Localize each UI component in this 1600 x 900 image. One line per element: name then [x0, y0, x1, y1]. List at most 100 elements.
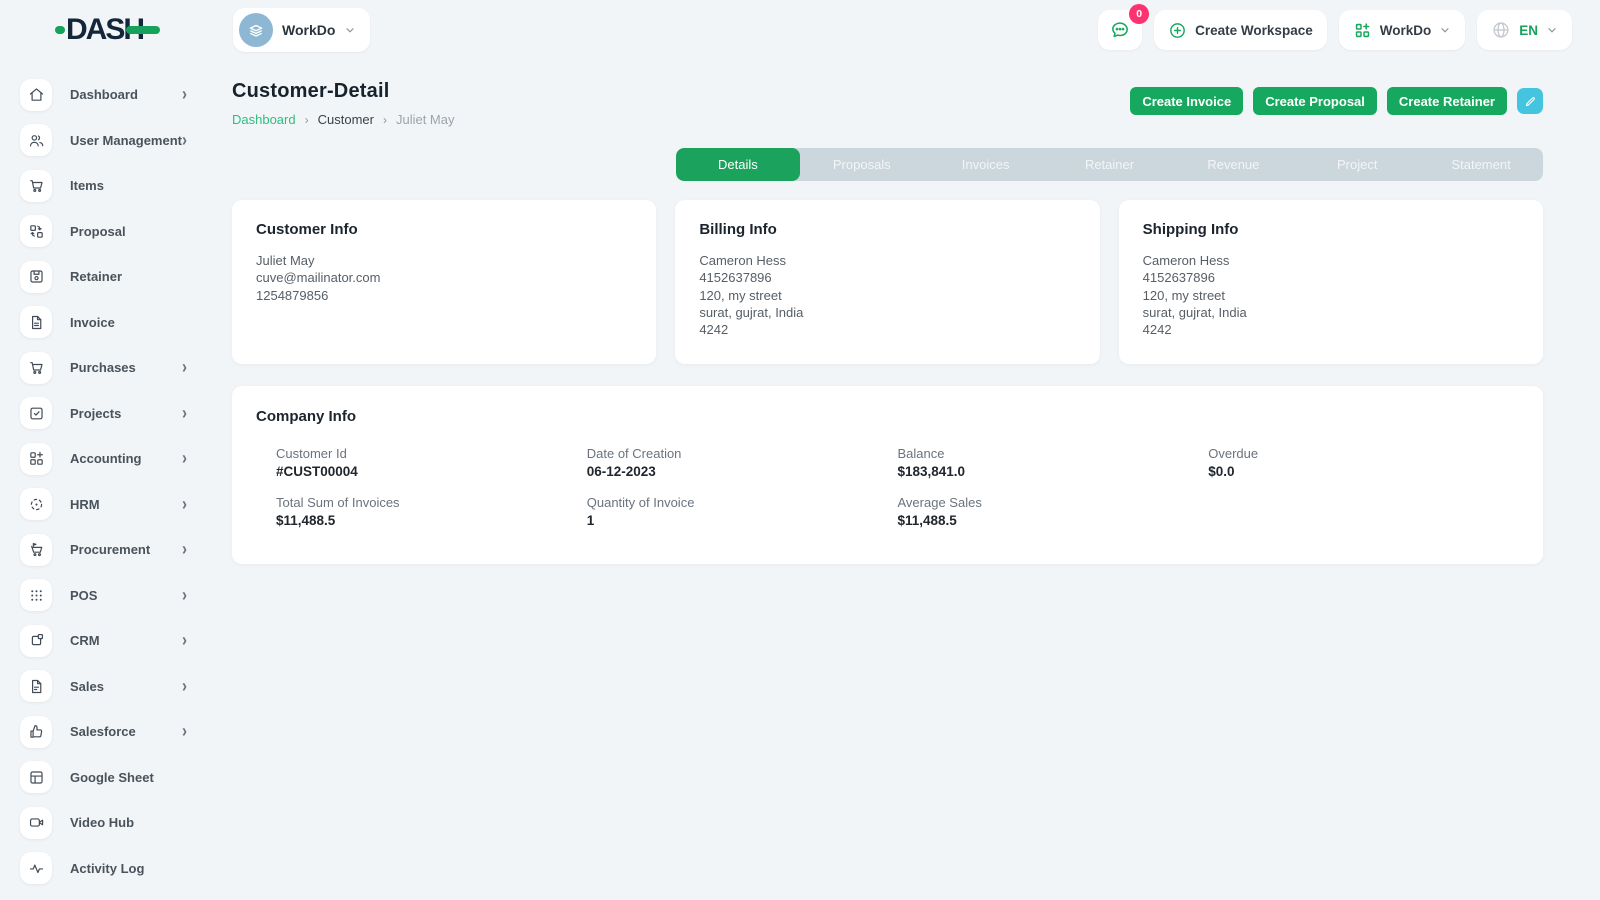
video-icon	[20, 807, 52, 839]
dots-grid-icon	[20, 579, 52, 611]
sidebar-item-proposal[interactable]: Proposal	[20, 209, 215, 255]
customer-phone: 1254879856	[256, 287, 632, 304]
sidebar-item-pos[interactable]: POS ›	[20, 573, 215, 619]
chevron-right-icon: ›	[182, 403, 187, 424]
card-title: Company Info	[256, 408, 1519, 425]
workspace-menu-label: WorkDo	[1380, 23, 1432, 38]
field-balance: Balance $183,841.0	[898, 446, 1209, 479]
billing-phone: 4152637896	[699, 269, 1075, 286]
tab-details[interactable]: Details	[676, 148, 800, 181]
field-customer-id: Customer Id #CUST00004	[276, 446, 587, 479]
billing-info-card: Billing Info Cameron Hess 4152637896 120…	[675, 200, 1099, 364]
sidebar-nav: Dashboard › User Management › Items Prop…	[0, 60, 215, 900]
shipping-city: surat, gujrat, India	[1143, 304, 1519, 321]
tab-proposals[interactable]: Proposals	[800, 148, 924, 181]
sidebar-item-procurement[interactable]: Procurement ›	[20, 527, 215, 573]
sidebar-item-google-sheet[interactable]: Google Sheet	[20, 755, 215, 801]
page-title: Customer-Detail	[232, 80, 455, 103]
thumbs-up-icon	[20, 716, 52, 748]
building-icon	[239, 13, 273, 47]
workspace-switcher[interactable]: WorkDo	[233, 8, 370, 52]
billing-city: surat, gujrat, India	[699, 304, 1075, 321]
page-actions: Create Invoice Create Proposal Create Re…	[1130, 87, 1543, 115]
sidebar-item-crm[interactable]: CRM ›	[20, 618, 215, 664]
grid-plus-icon	[20, 443, 52, 475]
header-actions: 0 Create Workspace WorkDo EN	[1098, 10, 1572, 50]
card-title: Billing Info	[699, 221, 1075, 238]
chevron-right-icon: ›	[182, 494, 187, 515]
pencil-icon	[1524, 95, 1537, 108]
logo-accent-bar	[126, 26, 160, 34]
chevron-right-icon: ›	[182, 676, 187, 697]
card-title: Shipping Info	[1143, 221, 1519, 238]
table-icon	[20, 761, 52, 793]
sidebar-item-user-management[interactable]: User Management ›	[20, 118, 215, 164]
language-selector[interactable]: EN	[1477, 10, 1572, 50]
field-total-sum-of-invoices: Total Sum of Invoices $11,488.5	[276, 495, 587, 528]
chevron-right-icon: ›	[182, 585, 187, 606]
sidebar-item-video-hub[interactable]: Video Hub	[20, 800, 215, 846]
workspace-menu-button[interactable]: WorkDo	[1339, 10, 1466, 50]
detail-tabs: Details Proposals Invoices Retainer Reve…	[676, 148, 1543, 181]
sidebar-item-hrm[interactable]: HRM ›	[20, 482, 215, 528]
sidebar-item-projects[interactable]: Projects ›	[20, 391, 215, 437]
shipping-phone: 4152637896	[1143, 269, 1519, 286]
field-date-of-creation: Date of Creation 06-12-2023	[587, 446, 898, 479]
billing-zip: 4242	[699, 321, 1075, 338]
sidebar-item-accounting[interactable]: Accounting ›	[20, 436, 215, 482]
main-content: Customer-Detail Dashboard › Customer › J…	[232, 60, 1543, 564]
users-icon	[20, 124, 52, 156]
sidebar-item-dashboard[interactable]: Dashboard ›	[20, 72, 215, 118]
workspace-name: WorkDo	[282, 22, 335, 38]
dash-logo[interactable]: DASH	[55, 13, 205, 47]
tab-invoices[interactable]: Invoices	[924, 148, 1048, 181]
shipping-zip: 4242	[1143, 321, 1519, 338]
shipping-name: Cameron Hess	[1143, 252, 1519, 269]
customer-email: cuve@mailinator.com	[256, 269, 632, 286]
tab-revenue[interactable]: Revenue	[1171, 148, 1295, 181]
cart-icon	[20, 170, 52, 202]
tab-statement[interactable]: Statement	[1419, 148, 1543, 181]
sidebar-item-items[interactable]: Items	[20, 163, 215, 209]
chevron-right-icon: ›	[305, 113, 309, 127]
chevron-right-icon: ›	[182, 130, 187, 151]
logo-accent-dot	[55, 26, 65, 34]
field-quantity-of-invoice: Quantity of Invoice 1	[587, 495, 898, 528]
breadcrumb-customer[interactable]: Customer	[318, 112, 374, 127]
sidebar-item-retainer[interactable]: Retainer	[20, 254, 215, 300]
chevron-right-icon: ›	[182, 357, 187, 378]
language-code: EN	[1519, 23, 1538, 38]
edit-customer-button[interactable]	[1517, 88, 1543, 114]
chevron-right-icon: ›	[182, 721, 187, 742]
chevron-right-icon: ›	[182, 84, 187, 105]
chevron-right-icon: ›	[182, 630, 187, 651]
messages-count-badge: 0	[1129, 4, 1149, 24]
chevron-down-icon	[1546, 24, 1558, 36]
sidebar-item-activity-log[interactable]: Activity Log	[20, 846, 215, 892]
chevron-down-icon	[344, 24, 356, 36]
field-overdue: Overdue $0.0	[1208, 446, 1519, 479]
tab-project[interactable]: Project	[1295, 148, 1419, 181]
check-square-icon	[20, 397, 52, 429]
globe-icon	[1491, 20, 1511, 40]
plus-circle-icon	[1168, 21, 1187, 40]
breadcrumb-dashboard[interactable]: Dashboard	[232, 112, 296, 127]
sidebar-item-invoice[interactable]: Invoice	[20, 300, 215, 346]
customer-info-card: Customer Info Juliet May cuve@mailinator…	[232, 200, 656, 364]
top-header: DASH WorkDo 0 Create Workspace	[0, 0, 1600, 60]
grid-plus-icon	[1353, 21, 1372, 40]
sidebar-item-purchases[interactable]: Purchases ›	[20, 345, 215, 391]
sidebar-item-salesforce[interactable]: Salesforce ›	[20, 709, 215, 755]
create-workspace-button[interactable]: Create Workspace	[1154, 10, 1327, 50]
create-proposal-button[interactable]: Create Proposal	[1253, 87, 1377, 115]
file-icon	[20, 306, 52, 338]
messages-button[interactable]: 0	[1098, 10, 1142, 50]
cart-icon	[20, 352, 52, 384]
cart-flag-icon	[20, 534, 52, 566]
file-icon	[20, 670, 52, 702]
create-retainer-button[interactable]: Create Retainer	[1387, 87, 1507, 115]
sidebar-item-sales[interactable]: Sales ›	[20, 664, 215, 710]
create-invoice-button[interactable]: Create Invoice	[1130, 87, 1243, 115]
field-average-sales: Average Sales $11,488.5	[898, 495, 1209, 528]
tab-retainer[interactable]: Retainer	[1048, 148, 1172, 181]
